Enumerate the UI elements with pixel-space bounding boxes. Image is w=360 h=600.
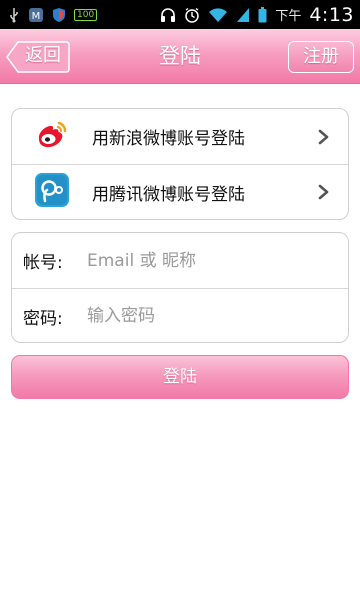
battery-icon <box>258 6 267 24</box>
account-label: 帐号: <box>23 253 63 273</box>
social-login-card: 用新浪微博账号登陆 用腾讯微博账号登陆 <box>11 108 349 220</box>
back-button[interactable]: 返回 <box>6 41 70 73</box>
status-time-period: 下午 <box>275 9 302 24</box>
back-button-label: 返回 <box>25 45 61 66</box>
password-label: 密码: <box>23 308 63 329</box>
battery-tag-icon: 100 <box>74 6 98 24</box>
battery-tag-text: 100 <box>74 8 98 21</box>
tencent-weibo-login-label: 用腾讯微博账号登陆 <box>92 184 245 205</box>
sina-weibo-login-row[interactable]: 用新浪微博账号登陆 <box>12 109 348 164</box>
status-bar: M 100 下午 4:13 <box>0 0 360 29</box>
password-input[interactable] <box>87 301 337 331</box>
headphones-icon <box>160 6 176 24</box>
signal-icon <box>236 6 250 24</box>
tencent-weibo-login-row[interactable]: 用腾讯微博账号登陆 <box>12 164 348 219</box>
svg-text:M: M <box>32 11 41 22</box>
account-input[interactable] <box>87 245 337 276</box>
status-bar-right: 下午 4:13 <box>160 4 354 26</box>
usb-icon <box>8 6 20 24</box>
notification-icon: M <box>28 6 44 24</box>
sina-weibo-icon <box>34 117 70 157</box>
chevron-right-icon <box>318 184 329 200</box>
login-button-label: 登陆 <box>163 367 197 387</box>
register-button[interactable]: 注册 <box>288 41 354 73</box>
chevron-right-icon <box>318 129 329 144</box>
app-header: 登陆 返回 注册 <box>0 29 360 84</box>
tencent-weibo-icon <box>34 172 70 212</box>
login-form-card: 帐号: 密码: <box>11 232 349 343</box>
password-row: 密码: <box>12 288 348 342</box>
account-row: 帐号: <box>12 233 348 288</box>
register-button-label: 注册 <box>303 46 339 67</box>
login-button[interactable]: 登陆 <box>11 355 349 399</box>
wifi-icon <box>208 6 228 24</box>
alarm-icon <box>184 6 200 24</box>
shield-icon <box>52 6 66 24</box>
status-bar-left: M 100 <box>8 6 98 24</box>
status-time: 4:13 <box>309 3 354 26</box>
sina-weibo-login-label: 用新浪微博账号登陆 <box>92 129 245 149</box>
